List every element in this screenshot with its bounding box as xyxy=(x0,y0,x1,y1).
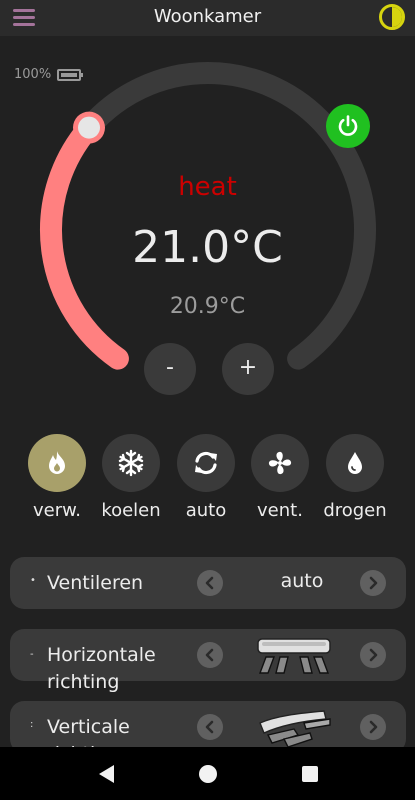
home-icon[interactable] xyxy=(196,762,220,786)
dial-knob[interactable] xyxy=(73,111,105,144)
target-temperature: 21.0°C xyxy=(132,222,283,273)
page-title: Woonkamer xyxy=(153,6,262,27)
sync-icon xyxy=(195,451,217,475)
battery-percentage: 100% xyxy=(14,67,52,82)
fan-mode-row: • Ventileren auto xyxy=(10,557,406,609)
mode-auto[interactable]: auto xyxy=(176,434,236,521)
chevron-left-icon xyxy=(205,648,214,662)
power-button[interactable] xyxy=(326,104,370,148)
chevron-right-icon xyxy=(369,720,378,734)
mode-heat-button[interactable] xyxy=(28,434,86,492)
snowflake-icon xyxy=(118,449,144,477)
hvac-action-label: heat xyxy=(178,172,237,202)
horizontal-swing-label-line2: richting xyxy=(47,671,120,693)
chevron-right-icon xyxy=(369,576,378,590)
mode-cool-button[interactable] xyxy=(102,434,160,492)
system-navigation-bar xyxy=(0,747,415,800)
battery-status: 100% xyxy=(14,67,84,82)
droplet-icon xyxy=(348,452,362,474)
recents-icon[interactable] xyxy=(298,762,322,786)
horizontal-swing-label-line1: Horizontale xyxy=(47,644,156,666)
bullet-icon: - xyxy=(30,649,34,660)
horizontal-swing-next-button[interactable] xyxy=(360,642,386,668)
theme-toggle-icon[interactable] xyxy=(379,4,405,30)
fan-mode-label: Ventileren xyxy=(47,572,144,594)
fan-mode-previous-button[interactable] xyxy=(197,570,223,596)
mode-dry[interactable]: drogen xyxy=(323,434,387,521)
fan-mode-value: auto xyxy=(280,570,324,592)
bullet-icon: : xyxy=(30,719,34,730)
battery-icon xyxy=(57,68,84,81)
mode-fan[interactable]: vent. xyxy=(250,434,310,521)
mode-dry-label: drogen xyxy=(323,500,387,521)
current-temperature: 20.9°C xyxy=(169,294,246,319)
vertical-swing-label-line1: Verticale xyxy=(47,716,130,738)
back-icon[interactable] xyxy=(94,762,118,786)
vertical-swing-illustration xyxy=(259,710,331,748)
mode-fan-button[interactable] xyxy=(251,434,309,492)
power-icon xyxy=(338,115,358,136)
chevron-left-icon xyxy=(205,576,214,590)
mode-cool[interactable]: koelen xyxy=(101,434,161,521)
horizontal-swing-illustration xyxy=(257,638,331,674)
increase-temperature-button[interactable]: + xyxy=(222,343,274,395)
mode-heat[interactable]: verw. xyxy=(27,434,87,521)
vertical-swing-row: : Verticale richting xyxy=(10,701,406,765)
chevron-left-icon xyxy=(205,720,214,734)
mode-dry-button[interactable] xyxy=(326,434,384,492)
fan-icon xyxy=(268,451,292,475)
bullet-icon: • xyxy=(30,575,36,586)
horizontal-swing-previous-button[interactable] xyxy=(197,642,223,668)
vertical-swing-next-button[interactable] xyxy=(360,714,386,740)
decrease-temperature-button[interactable]: - xyxy=(144,343,196,395)
mode-auto-button[interactable] xyxy=(177,434,235,492)
chevron-right-icon xyxy=(369,648,378,662)
fan-mode-next-button[interactable] xyxy=(360,570,386,596)
vertical-swing-previous-button[interactable] xyxy=(197,714,223,740)
top-app-bar: Woonkamer xyxy=(0,0,415,36)
flame-icon xyxy=(49,451,65,474)
horizontal-swing-row: - Horizontale richting xyxy=(10,629,406,693)
